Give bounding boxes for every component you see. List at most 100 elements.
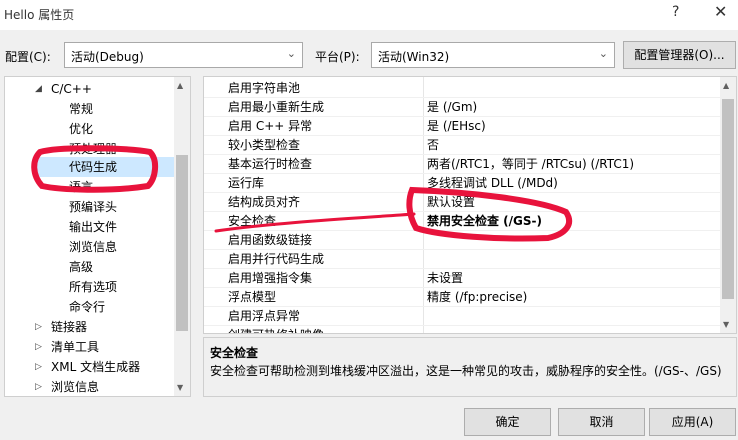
property-name: 启用浮点异常 bbox=[228, 309, 301, 323]
collapse-icon[interactable]: ◢ bbox=[35, 79, 42, 99]
platform-label: 平台(P): bbox=[315, 50, 360, 64]
tree-item[interactable]: 高级 bbox=[69, 257, 93, 277]
property-row[interactable]: 结构成员对齐 默认设置 bbox=[204, 193, 722, 212]
property-row[interactable]: 启用 C++ 异常 是 (/EHsc) bbox=[204, 117, 722, 136]
tree-item[interactable]: 代码生成 bbox=[69, 157, 117, 177]
tree-item[interactable]: 预编译头 bbox=[69, 197, 117, 217]
tree-item-label: 优化 bbox=[69, 122, 94, 136]
scroll-down-icon[interactable]: ▼ bbox=[177, 383, 183, 392]
tree-item-label: 所有选项 bbox=[69, 280, 118, 294]
title-bar: Hello 属性页 ? ✕ bbox=[0, 0, 738, 30]
tree-item[interactable]: ▷ XML 文档生成器 bbox=[35, 357, 141, 377]
ok-button[interactable]: 确定 bbox=[464, 408, 551, 436]
property-row[interactable]: 启用增强指令集 未设置 bbox=[204, 269, 722, 288]
description-title: 安全检查 bbox=[210, 346, 259, 360]
property-row[interactable]: 启用最小重新生成 是 (/Gm) bbox=[204, 98, 722, 117]
tree-item-label: C/C++ bbox=[51, 82, 92, 96]
apply-button[interactable]: 应用(A) bbox=[649, 408, 736, 436]
property-name: 运行库 bbox=[228, 176, 265, 190]
platform-value: 活动(Win32) bbox=[378, 50, 450, 64]
tree-item[interactable]: 预处理器 bbox=[69, 139, 117, 159]
tree-item-label: 命令行 bbox=[69, 300, 106, 314]
tree-item-label: 清单工具 bbox=[51, 340, 100, 354]
property-value[interactable]: 多线程调试 DLL (/MDd) bbox=[427, 174, 558, 193]
property-row[interactable]: 启用函数级链接 bbox=[204, 231, 722, 250]
platform-select[interactable]: 活动(Win32) ⌄ bbox=[371, 42, 615, 68]
tree-scroll-thumb[interactable] bbox=[176, 155, 188, 331]
scroll-up-icon[interactable]: ▲ bbox=[723, 81, 729, 90]
config-manager-button[interactable]: 配置管理器(O)... bbox=[623, 41, 736, 69]
property-value[interactable]: 否 bbox=[427, 136, 439, 155]
tree-item[interactable]: 所有选项 bbox=[69, 277, 117, 297]
scroll-down-icon[interactable]: ▼ bbox=[723, 320, 729, 329]
property-name: 启用字符串池 bbox=[228, 81, 301, 95]
property-name: 安全检查 bbox=[228, 214, 277, 228]
property-name: 启用并行代码生成 bbox=[228, 252, 325, 266]
property-name: 结构成员对齐 bbox=[228, 195, 301, 209]
property-value[interactable]: 精度 (/fp:precise) bbox=[427, 288, 527, 307]
expand-icon[interactable]: ▷ bbox=[35, 317, 42, 337]
config-select[interactable]: 活动(Debug) ⌄ bbox=[64, 42, 303, 68]
property-row[interactable]: 较小类型检查 否 bbox=[204, 136, 722, 155]
property-name: 基本运行时检查 bbox=[228, 157, 313, 171]
property-value[interactable]: 默认设置 bbox=[427, 193, 475, 212]
property-row[interactable]: 创建可热修补映像 bbox=[204, 326, 722, 333]
tree-item[interactable]: ▷ 浏览信息 bbox=[35, 377, 99, 396]
tree-item[interactable]: 常规 bbox=[69, 99, 93, 119]
property-name: 启用增强指令集 bbox=[228, 271, 313, 285]
property-row[interactable]: 安全检查 禁用安全检查 (/GS-) bbox=[204, 212, 722, 231]
config-label: 配置(C): bbox=[5, 50, 51, 64]
description-text: 安全检查可帮助检测到堆栈缓冲区溢出，这是一种常见的攻击，威胁程序的安全性。(/G… bbox=[210, 364, 722, 378]
chevron-down-icon: ⌄ bbox=[598, 47, 608, 60]
help-icon[interactable]: ? bbox=[672, 4, 679, 20]
property-grid[interactable]: 启用字符串池 启用最小重新生成是 (/Gm) 启用 C++ 异常是 (/EHsc) 较… bbox=[203, 76, 737, 334]
property-value[interactable]: 两者(/RTC1，等同于 /RTCsu) (/RTC1) bbox=[427, 155, 634, 174]
property-name: 较小类型检查 bbox=[228, 138, 301, 152]
tree-item-label: 预处理器 bbox=[69, 142, 118, 156]
expand-icon[interactable]: ▷ bbox=[35, 377, 42, 396]
close-icon[interactable]: ✕ bbox=[714, 2, 727, 21]
window-title: Hello 属性页 bbox=[4, 8, 75, 22]
property-name: 启用 C++ 异常 bbox=[228, 119, 313, 133]
cancel-button[interactable]: 取消 bbox=[558, 408, 645, 436]
property-value[interactable]: 禁用安全检查 (/GS-) bbox=[427, 212, 542, 231]
tree-item[interactable]: 输出文件 bbox=[69, 217, 117, 237]
property-value[interactable]: 是 (/EHsc) bbox=[427, 117, 486, 136]
tree-item[interactable]: 命令行 bbox=[69, 297, 105, 317]
tree-scrollbar[interactable]: ▲ ▼ bbox=[174, 77, 190, 396]
property-row[interactable]: 启用字符串池 bbox=[204, 79, 722, 98]
tree-item[interactable]: ▷ 清单工具 bbox=[35, 337, 100, 357]
property-row[interactable]: 运行库 多线程调试 DLL (/MDd) bbox=[204, 174, 722, 193]
tree-item-label: 输出文件 bbox=[69, 220, 118, 234]
tree-item[interactable]: 优化 bbox=[69, 119, 93, 139]
tree-item[interactable]: 语言 bbox=[69, 177, 93, 197]
property-name: 启用最小重新生成 bbox=[228, 100, 325, 114]
grid-scroll-thumb[interactable] bbox=[722, 99, 734, 299]
grid-scrollbar[interactable]: ▲ ▼ bbox=[720, 77, 736, 333]
property-row[interactable]: 基本运行时检查 两者(/RTC1，等同于 /RTCsu) (/RTC1) bbox=[204, 155, 722, 174]
tree-item[interactable]: 浏览信息 bbox=[69, 237, 117, 257]
scroll-up-icon[interactable]: ▲ bbox=[177, 81, 183, 90]
tree-item[interactable]: ◢ C/C++ bbox=[35, 79, 92, 99]
property-name: 启用函数级链接 bbox=[228, 233, 313, 247]
property-row[interactable]: 启用并行代码生成 bbox=[204, 250, 722, 269]
property-row[interactable]: 启用浮点异常 bbox=[204, 307, 722, 326]
chevron-down-icon: ⌄ bbox=[286, 47, 296, 60]
expand-icon[interactable]: ▷ bbox=[35, 337, 42, 357]
description-panel: 安全检查 安全检查可帮助检测到堆栈缓冲区溢出，这是一种常见的攻击，威胁程序的安全… bbox=[203, 337, 737, 397]
property-tree[interactable]: ◢ C/C++ 常规优化预处理器 代码生成语言预编译头输出文件浏览信息高级所有选项命令… bbox=[4, 76, 191, 397]
tree-item-label: 常规 bbox=[69, 102, 94, 116]
tree-item-label: 语言 bbox=[69, 180, 94, 194]
expand-icon[interactable]: ▷ bbox=[35, 357, 42, 377]
tree-item-label: XML 文档生成器 bbox=[51, 360, 141, 374]
property-value[interactable]: 是 (/Gm) bbox=[427, 98, 477, 117]
tree-item[interactable]: ▷ 链接器 bbox=[35, 317, 87, 337]
tree-item-label: 高级 bbox=[69, 260, 94, 274]
property-row[interactable]: 浮点模型 精度 (/fp:precise) bbox=[204, 288, 722, 307]
tree-item-label: 预编译头 bbox=[69, 200, 118, 214]
config-value: 活动(Debug) bbox=[71, 50, 144, 64]
tree-item-label: 浏览信息 bbox=[69, 240, 118, 254]
property-value[interactable]: 未设置 bbox=[427, 269, 463, 288]
property-name: 浮点模型 bbox=[228, 290, 277, 304]
property-name: 创建可热修补映像 bbox=[228, 326, 324, 333]
